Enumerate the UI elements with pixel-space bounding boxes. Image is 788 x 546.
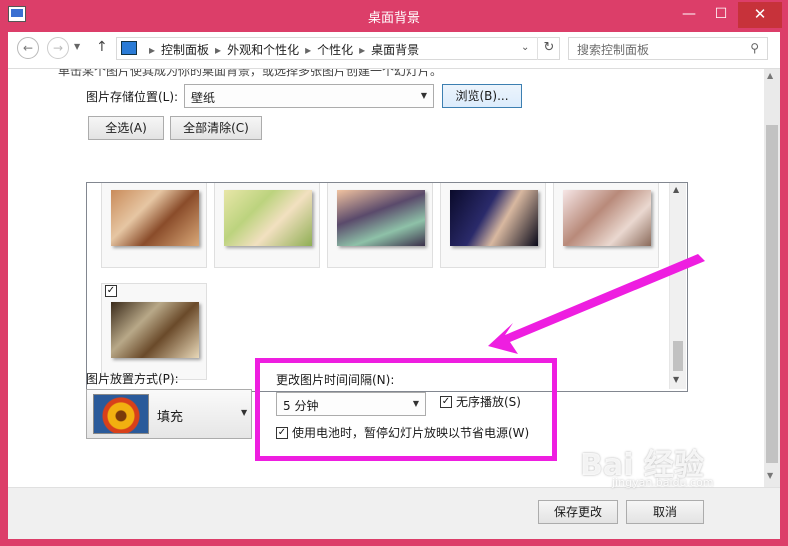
picture-location-select[interactable]: 壁纸 ▼ [184, 84, 434, 108]
close-button[interactable]: ✕ [738, 2, 782, 28]
breadcrumb-chevron-icon[interactable]: ▸ [215, 43, 221, 57]
instruction-text: 单击某个图片使其成为你的桌面背景，或选择多张图片创建一个幻灯片。 [58, 69, 443, 78]
picture-checkbox[interactable]: ✓ [444, 182, 456, 183]
address-dropdown-chevron-icon[interactable]: ⌄ [521, 42, 529, 53]
scroll-down-icon[interactable]: ▼ [673, 375, 679, 384]
search-input[interactable]: 搜索控制面板 ⚲ [568, 37, 768, 60]
chevron-down-icon: ▼ [420, 91, 427, 100]
title-bar: 桌面背景 — ☐ ✕ [0, 0, 788, 32]
breadcrumb: ▸ 控制面板 ▸ 外观和个性化 ▸ 个性化 ▸ 桌面背景 [143, 41, 419, 58]
page-scroll-thumb[interactable] [766, 125, 778, 463]
up-arrow-icon[interactable]: ↑ [96, 39, 108, 55]
picture-checkbox[interactable]: ✓ [105, 182, 117, 183]
picture-tile[interactable]: ✓ [327, 182, 433, 268]
breadcrumb-item-appearance[interactable]: 外观和个性化 [227, 43, 299, 57]
wallpaper-thumbnail [111, 190, 199, 246]
wallpaper-thumbnail [450, 190, 538, 246]
scroll-up-icon[interactable]: ▲ [673, 185, 679, 194]
recent-locations-chevron-icon[interactable]: ▼ [74, 42, 80, 51]
gallery-scroll-thumb[interactable] [673, 341, 683, 371]
wallpaper-thumbnail [563, 190, 651, 246]
picture-position-label: 图片放置方式(P): [86, 372, 179, 386]
forward-arrow-icon[interactable]: → [47, 37, 69, 59]
highlight-box [255, 358, 557, 461]
control-panel-icon [121, 41, 137, 55]
search-placeholder: 搜索控制面板 [577, 43, 650, 57]
cancel-button[interactable]: 取消 [626, 500, 704, 524]
chevron-down-icon: ▼ [241, 408, 248, 417]
page-scrollbar[interactable]: ▲ ▼ [764, 69, 780, 487]
gallery-scrollbar[interactable]: ▲ ▼ [669, 183, 686, 389]
baidu-watermark-url: jingyan.baidu.com [612, 476, 714, 489]
dialog-footer: 保存更改 取消 [8, 487, 780, 539]
picture-tile[interactable]: ✓ [553, 182, 659, 268]
address-bar[interactable]: ▸ 控制面板 ▸ 外观和个性化 ▸ 个性化 ▸ 桌面背景 ⌄ ↻ [116, 37, 560, 60]
minimize-button[interactable]: — [674, 2, 704, 28]
picture-checkbox[interactable]: ✓ [331, 182, 343, 183]
clear-all-button[interactable]: 全部清除(C) [170, 116, 262, 140]
flower-preview-image [93, 394, 149, 434]
picture-checkbox[interactable]: ✓ [105, 285, 117, 297]
scroll-up-icon[interactable]: ▲ [767, 71, 773, 80]
breadcrumb-item-control-panel[interactable]: 控制面板 [161, 43, 209, 57]
breadcrumb-chevron-icon[interactable]: ▸ [305, 43, 311, 57]
picture-tile[interactable]: ✓ [214, 182, 320, 268]
wallpaper-thumbnail [224, 190, 312, 246]
breadcrumb-item-personalization[interactable]: 个性化 [317, 43, 353, 57]
picture-location-label: 图片存储位置(L): [86, 90, 179, 104]
picture-position-select[interactable]: 填充 ▼ [86, 389, 252, 439]
picture-location-value: 壁纸 [191, 91, 216, 105]
wallpaper-thumbnail [337, 190, 425, 246]
picture-position-value: 填充 [157, 410, 184, 425]
breadcrumb-item-desktop-background[interactable]: 桌面背景 [371, 43, 419, 57]
picture-tile[interactable]: ✓ [440, 182, 546, 268]
browse-button[interactable]: 浏览(B)... [442, 84, 522, 108]
control-panel-window: 桌面背景 — ☐ ✕ ← → ▼ ↑ ▸ 控制面板 ▸ 外观和个性化 ▸ 个性化 ▸ 桌面背景… [0, 0, 788, 546]
wallpaper-thumbnail [111, 302, 199, 358]
breadcrumb-chevron-icon[interactable]: ▸ [359, 43, 365, 57]
search-icon[interactable]: ⚲ [750, 41, 759, 55]
picture-checkbox[interactable]: ✓ [557, 182, 569, 183]
maximize-button[interactable]: ☐ [706, 2, 736, 28]
breadcrumb-chevron-icon[interactable]: ▸ [149, 43, 155, 57]
scroll-down-icon[interactable]: ▼ [767, 471, 773, 480]
picture-tile[interactable]: ✓ [101, 182, 207, 268]
back-arrow-icon[interactable]: ← [17, 37, 39, 59]
save-changes-button[interactable]: 保存更改 [538, 500, 618, 524]
navigation-bar: ← → ▼ ↑ ▸ 控制面板 ▸ 外观和个性化 ▸ 个性化 ▸ 桌面背景 ⌄ ↻ 搜索控制面板… [8, 32, 780, 69]
window-title: 桌面背景 [367, 11, 420, 26]
refresh-icon[interactable]: ↻ [537, 37, 560, 60]
select-all-button[interactable]: 全选(A) [88, 116, 164, 140]
picture-checkbox[interactable]: ✓ [218, 182, 230, 183]
picture-tile[interactable]: ✓ [101, 283, 207, 380]
